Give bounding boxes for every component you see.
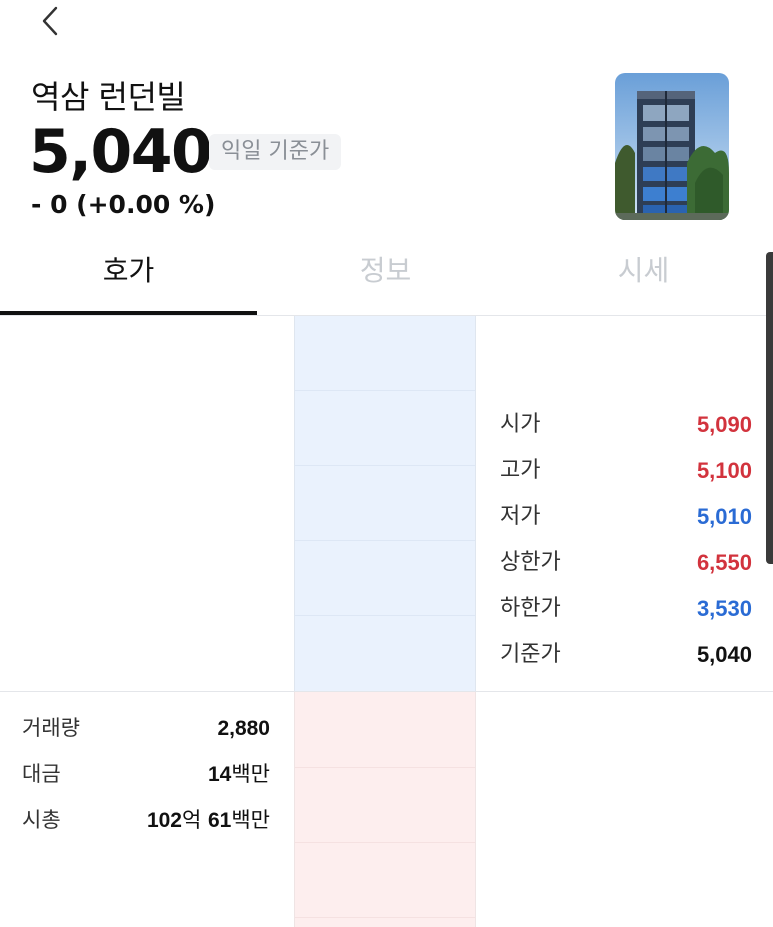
stat-value: 14백만 [208,754,270,795]
info-value: 6,550 [696,550,752,575]
ask-price-column [294,316,476,691]
back-button[interactable] [36,4,66,38]
stat-label: 대금 [22,762,61,786]
ask-row-divider [295,465,475,466]
scrollbar-handle[interactable] [766,252,773,564]
stat-volume: 거래량 2,880 [22,708,270,748]
info-lower-limit: 하한가 3,530 [500,589,752,629]
price-basis-badge: 익일 기준가 [209,134,342,170]
bid-price-column [294,692,476,927]
ask-row-divider [295,540,475,541]
stat-number: 61 [208,809,232,832]
tab-info[interactable]: 정보 [257,240,514,316]
info-value: 5,100 [696,458,752,483]
info-value: 5,010 [696,504,752,529]
info-open: 시가 5,090 [500,405,752,445]
tab-bar: 호가 정보 시세 [0,240,773,316]
page-title: 역삼 런던빌 [31,78,186,116]
stat-number: 2,880 [217,717,270,740]
info-label: 하한가 [500,596,561,621]
info-label: 상한가 [500,550,561,575]
stat-unit: 백만 [231,808,270,832]
bid-row-divider [295,917,475,918]
building-image[interactable] [615,73,729,220]
stat-unit: 억 [182,808,208,832]
stat-market-cap: 시총 102억 61백만 [22,800,270,840]
price-change: - 0 (+0.00 %) [31,190,216,219]
stat-label: 시총 [22,808,61,832]
info-label: 저가 [500,504,541,529]
bid-row-divider [295,767,475,768]
stat-value: 102억 61백만 [147,800,270,841]
info-label: 기준가 [500,642,561,667]
info-label: 시가 [500,412,541,437]
ask-row-divider [295,615,475,616]
stat-number: 102 [146,809,182,832]
tab-orderbook[interactable]: 호가 [0,240,257,316]
active-tab-indicator [0,311,257,315]
info-value: 3,530 [696,596,752,621]
info-value: 5,090 [696,412,752,437]
chevron-left-icon [36,4,66,38]
stat-amount: 대금 14백만 [22,754,270,794]
info-low: 저가 5,010 [500,497,752,537]
current-price: 5,040 [29,117,213,187]
info-high: 고가 5,100 [500,451,752,491]
info-upper-limit: 상한가 6,550 [500,543,752,583]
stat-unit: 백만 [231,762,270,786]
info-value: 5,040 [696,642,752,667]
stat-number: 14 [208,763,232,786]
tab-market-price[interactable]: 시세 [515,240,772,316]
bid-row-divider [295,842,475,843]
info-label: 고가 [500,458,541,483]
stat-label: 거래량 [22,716,80,740]
stat-value: 2,880 [217,708,270,749]
ask-row-divider [295,390,475,391]
info-base-price: 기준가 5,040 [500,635,752,675]
